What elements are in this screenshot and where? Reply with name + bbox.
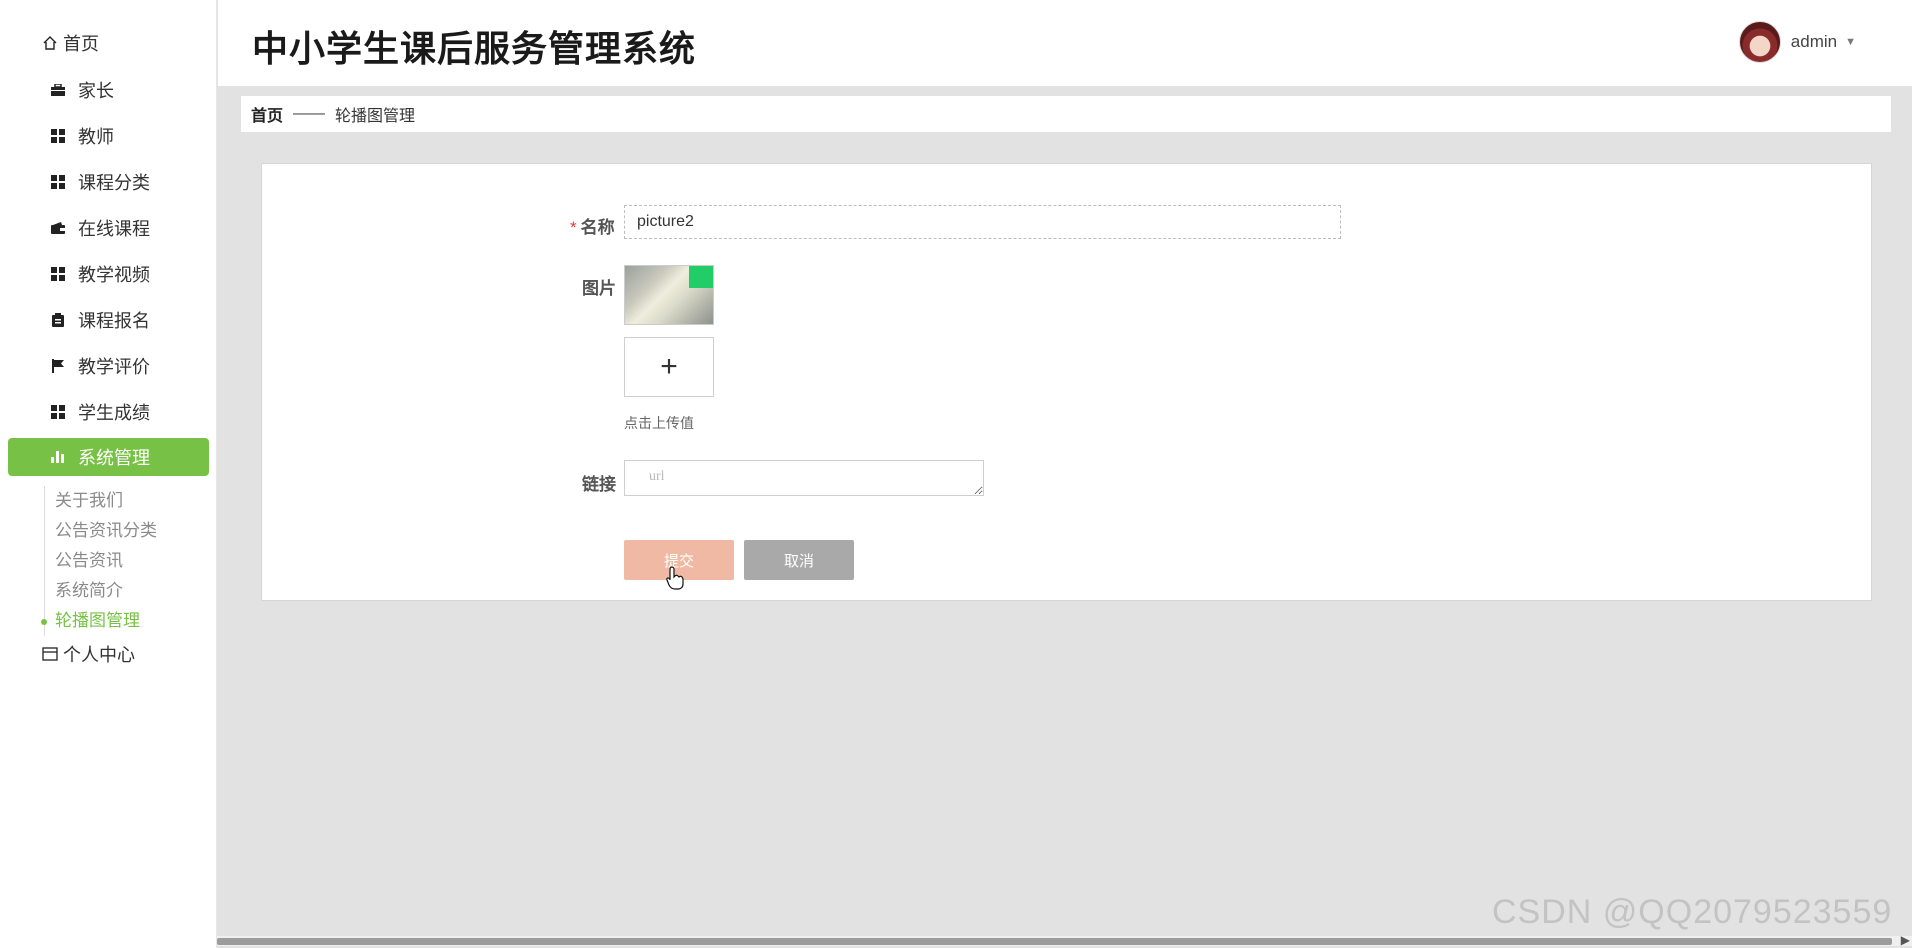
grid-icon [48,172,68,192]
sidebar-item-label: 在线课程 [78,219,150,239]
sidebar-item-label: 系统管理 [78,448,150,468]
sidebar-item-label: 课程报名 [78,311,150,331]
horizontal-scrollbar[interactable]: ▶ [217,933,1912,947]
username: admin [1790,32,1838,51]
card-icon [40,644,60,664]
sidebar-item-system-management[interactable]: 系统管理 [8,438,209,476]
grid-icon [48,402,68,422]
briefcase-icon [48,80,68,100]
scroll-right-icon[interactable]: ▶ [1901,933,1910,947]
plus-icon: + [660,350,678,383]
sidebar-item-online-course[interactable]: 在线课程 [8,209,209,247]
sidebar-item-home[interactable]: 首页 [8,24,209,62]
avatar [1738,21,1781,63]
link-label: 链接 [582,475,616,494]
thumbnail-corner [689,266,713,288]
grid-icon [48,126,68,146]
submenu-item-about-us[interactable]: 关于我们 [44,486,214,516]
uploaded-image-thumbnail[interactable] [624,265,714,325]
scrollbar-thumb[interactable] [217,938,1892,945]
breadcrumb-separator: —— [293,105,326,122]
sidebar: 首页 家长 教师 课程分类 在线课程 教学视频 课程报名 教学评价 学生成绩 系… [0,0,217,948]
breadcrumb: 首页 —— 轮播图管理 [241,96,1891,132]
breadcrumb-home[interactable]: 首页 [251,102,283,126]
sidebar-item-label: 学生成绩 [78,403,150,423]
submenu-item-system-intro[interactable]: 系统简介 [44,576,214,606]
sidebar-item-label: 个人中心 [63,645,135,665]
system-submenu: 关于我们 公告资讯分类 公告资讯 系统简介 轮播图管理 [41,486,214,636]
link-input[interactable] [624,460,984,496]
watermark: CSDN @QQ2079523559 [1492,893,1893,931]
top-header: 中小学生课后服务管理系统 admin ▼ [218,0,1912,86]
sidebar-item-course-category[interactable]: 课程分类 [8,163,209,201]
image-label: 图片 [582,279,616,298]
upload-tip: 点击上传值 [624,415,694,431]
sidebar-item-label: 首页 [63,34,99,54]
sidebar-item-parents[interactable]: 家长 [8,71,209,109]
submenu-item-news-category[interactable]: 公告资讯分类 [44,516,214,546]
sidebar-item-personal-center[interactable]: 个人中心 [8,635,209,673]
flag-icon [48,356,68,376]
name-label-text: 名称 [580,218,615,237]
carousel-form: *名称 图片 + 点击上传值 链接 提交 取消 [261,163,1872,601]
sidebar-item-label: 教师 [78,127,114,147]
home-icon [40,33,60,53]
clipboard-icon [48,310,68,330]
submit-button[interactable]: 提交 [624,540,734,580]
name-input[interactable] [624,205,1341,239]
wallet-icon [48,218,68,238]
cancel-button[interactable]: 取消 [744,540,854,580]
caret-down-icon: ▼ [1845,36,1856,48]
user-menu[interactable]: admin ▼ [1738,20,1856,64]
sidebar-item-student-scores[interactable]: 学生成绩 [8,393,209,431]
bar-chart-icon [48,447,68,467]
upload-button[interactable]: + [624,337,714,397]
sidebar-item-teachers[interactable]: 教师 [8,117,209,155]
sidebar-item-label: 家长 [78,81,114,101]
sidebar-item-teaching-video[interactable]: 教学视频 [8,255,209,293]
required-asterisk: * [570,218,577,237]
grid-icon [48,264,68,284]
sidebar-item-label: 教学视频 [78,265,150,285]
app-title: 中小学生课后服务管理系统 [252,28,697,69]
submenu-item-news[interactable]: 公告资讯 [44,546,214,576]
name-label: * 名称 [570,213,615,238]
sidebar-item-label: 教学评价 [78,357,150,377]
submenu-item-carousel-management[interactable]: 轮播图管理 [41,606,214,636]
sidebar-item-teaching-review[interactable]: 教学评价 [8,347,209,385]
sidebar-item-course-signup[interactable]: 课程报名 [8,301,209,339]
sidebar-item-label: 课程分类 [78,173,150,193]
breadcrumb-current: 轮播图管理 [335,108,416,125]
